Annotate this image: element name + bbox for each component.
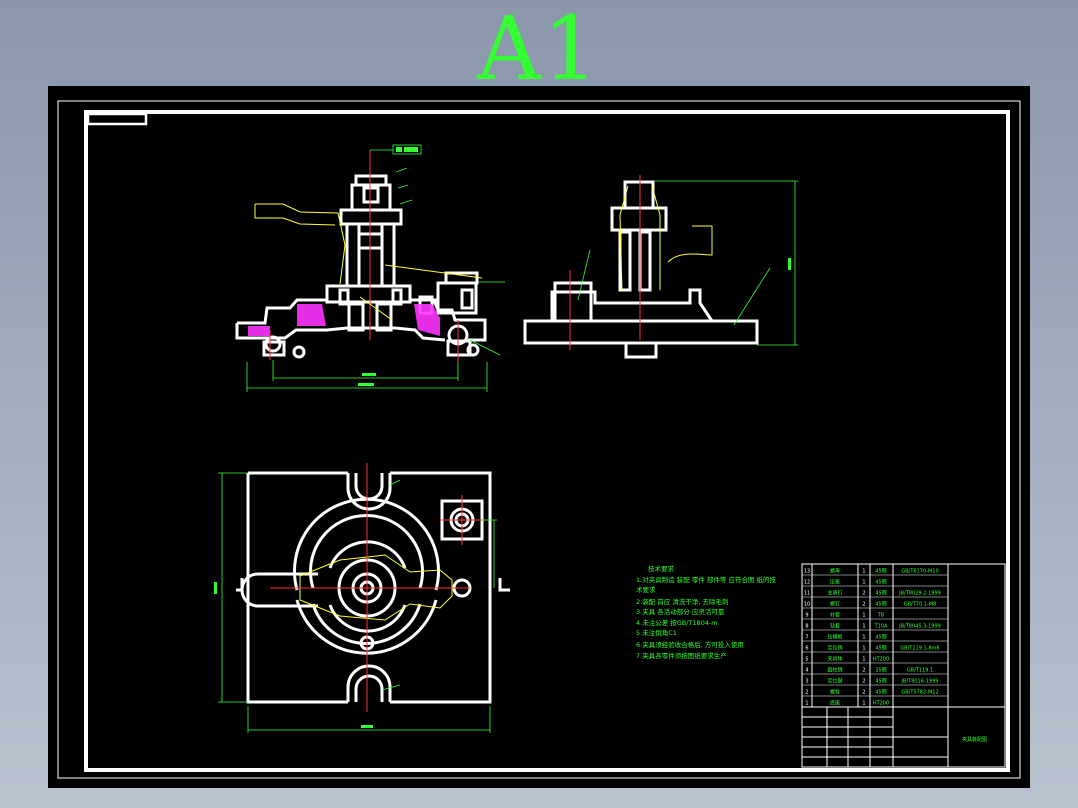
parts-cell-qty: 2	[862, 690, 865, 696]
front-view-callouts	[254, 203, 483, 321]
parts-cell-std: GB/T6170-M10	[901, 569, 938, 575]
parts-cell-no: 7	[805, 635, 808, 641]
tech-note-line: 1.对夹具制造 装配 零件 部件等 应符合图 纸的技	[636, 575, 777, 584]
parts-cell-std: GB/T119.1-8m6	[900, 646, 939, 652]
side-view-callouts	[619, 185, 713, 291]
parts-cell-name: 螺钉	[830, 601, 840, 608]
tech-note-line: 术要求	[636, 585, 656, 594]
parts-cell-std: JB/T8029.2-1999	[898, 591, 941, 597]
tech-note-line: 6.夹具须经验收合格后, 方可投入使用	[636, 640, 744, 649]
parts-cell-name: 圆柱销	[827, 667, 842, 674]
parts-cell-no: 3	[805, 679, 808, 685]
corner-label-box	[86, 112, 148, 126]
parts-cell-qty: 1	[862, 613, 865, 619]
parts-cell-std: GB/T119.1	[907, 668, 933, 674]
parts-cell-no: 8	[805, 624, 808, 630]
parts-cell-std: GB/T5782-M12	[901, 690, 938, 696]
front-view	[235, 174, 487, 359]
parts-cell-no: 11	[804, 591, 810, 597]
outer-frame	[57, 100, 1021, 779]
parts-cell-qty: 2	[862, 679, 865, 685]
tech-note-line: 4.未注公差 按GB/T1804-m	[636, 618, 718, 627]
parts-cell-no: 4	[805, 668, 808, 674]
parts-cell-material: 45钢	[875, 568, 886, 575]
parts-cell-name: 钻模板	[827, 634, 842, 641]
parts-cell-name: 压板	[830, 579, 840, 586]
drawing-sheet: 技术要求 1.对夹具制造 装配 零件 部件等 应符合图 纸的技 术要求 2.装配…	[48, 86, 1030, 788]
parts-cell-name: 支承钉	[827, 590, 842, 597]
parts-cell-qty: 1	[862, 646, 865, 652]
parts-cell-no: 5	[805, 657, 808, 663]
cad-drawing: 技术要求 1.对夹具制造 装配 零件 部件等 应符合图 纸的技 术要求 2.装配…	[57, 100, 1021, 779]
parts-cell-no: 10	[804, 602, 810, 608]
parts-cell-std: GB/T70.1-M8	[904, 602, 936, 608]
parts-cell-material: 45钢	[875, 689, 886, 696]
parts-cell-no: 9	[805, 613, 808, 619]
drawing-name: 夹具装配图	[962, 736, 987, 743]
parts-cell-name: 定位销	[827, 645, 842, 652]
parts-cell-qty: 2	[862, 602, 865, 608]
tech-notes: 技术要求 1.对夹具制造 装配 零件 部件等 应符合图 纸的技 术要求 2.装配…	[636, 564, 777, 660]
parts-cell-qty: 1	[862, 635, 865, 641]
parts-cell-qty: 1	[862, 624, 865, 630]
parts-cell-std: JB/T8016-1999	[901, 679, 939, 685]
parts-cell-no: 1	[805, 701, 808, 707]
parts-cell-name: 夹具体	[827, 656, 842, 663]
parts-cell-qty: 1	[862, 580, 865, 586]
parts-cell-material: 45钢	[875, 579, 886, 586]
parts-cell-name: 底座	[830, 700, 840, 707]
tech-note-line: 7.夹具各零件须按图纸要求生产	[636, 651, 727, 660]
parts-list-rows: 13 螺母 1 45钢 GB/T6170-M1012 压板 1 45钢11 支承钉 2 45钢 JB/…	[802, 568, 948, 707]
parts-cell-qty: 2	[862, 668, 865, 674]
parts-cell-no: 12	[804, 580, 810, 586]
parts-cell-material: 45钢	[875, 678, 886, 685]
parts-cell-qty: 1	[862, 701, 865, 707]
parts-cell-std: JB/T8045.3-1999	[898, 624, 941, 630]
parts-cell-no: 2	[805, 690, 808, 696]
parts-cell-name: 衬套	[830, 612, 840, 619]
tech-note-line: 5.未注倒角C1	[636, 628, 677, 637]
parts-cell-qty: 2	[862, 591, 865, 597]
parts-cell-material: 45钢	[875, 634, 886, 641]
parts-cell-material: 35钢	[875, 667, 886, 674]
parts-cell-qty: 1	[862, 657, 865, 663]
parts-cell-name: 定位键	[827, 678, 842, 685]
parts-cell-no: 13	[804, 569, 810, 575]
tech-note-line: 2.装配 前应 清洗干净, 去除毛刺	[636, 597, 728, 606]
parts-cell-material: HT200	[873, 657, 889, 663]
parts-cell-material: T10A	[874, 624, 888, 630]
side-view	[523, 180, 759, 359]
parts-cell-name: 螺母	[830, 568, 840, 575]
parts-cell-name: 钻套	[830, 623, 840, 630]
parts-cell-material: 45钢	[875, 601, 886, 608]
parts-cell-material: T8	[877, 613, 884, 619]
parts-cell-qty: 1	[862, 569, 865, 575]
parts-cell-no: 6	[805, 646, 808, 652]
sheet-size-label: A1	[477, 0, 601, 100]
parts-cell-material: 45钢	[875, 590, 886, 597]
parts-cell-material: HT200	[873, 701, 889, 707]
parts-cell-name: 螺栓	[830, 689, 840, 696]
parts-cell-material: 45钢	[875, 645, 886, 652]
tech-note-line: 3.夹具 各活动部分 应灵活可靠	[636, 607, 725, 616]
tech-notes-heading: 技术要求	[648, 564, 675, 573]
